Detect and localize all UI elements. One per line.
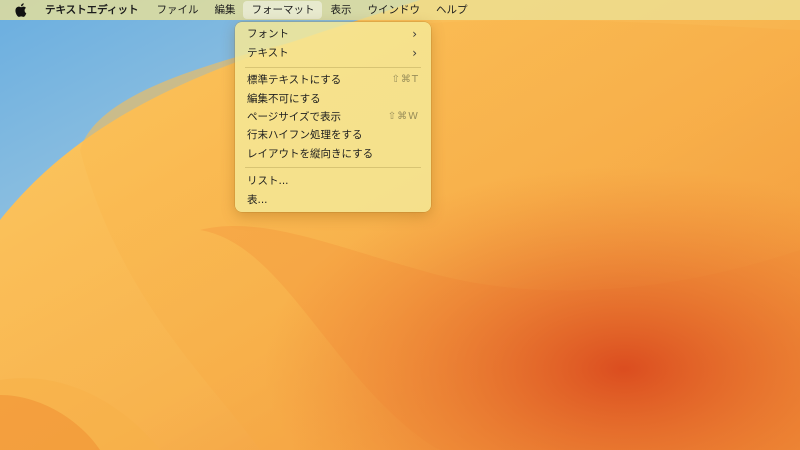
menu-format[interactable]: フォーマット [243, 1, 323, 19]
menu-item-list[interactable]: リスト... [247, 172, 421, 189]
chevron-right-icon: › [412, 26, 417, 41]
menu-window[interactable]: ウインドウ [359, 0, 428, 20]
format-dropdown-menu: フォント › テキスト › 標準テキストにする ⇧⌘T 編集不可にする ページサ… [235, 22, 431, 212]
chevron-right-icon: › [412, 45, 417, 60]
menu-view[interactable]: 表示 [322, 0, 359, 20]
menu-item-table[interactable]: 表... [247, 191, 421, 208]
menu-item-make-read-only-label: 編集不可にする [247, 93, 321, 105]
menu-file[interactable]: ファイル [148, 0, 206, 20]
menu-item-allow-hyphenation-label: 行末ハイフン処理をする [247, 129, 363, 141]
shortcut-shift-cmd-w: ⇧⌘W [387, 111, 419, 122]
menu-separator [245, 67, 421, 68]
menu-item-vertical-layout-label: レイアウトを縦向きにする [247, 148, 374, 160]
shortcut-shift-cmd-t: ⇧⌘T [391, 74, 419, 85]
menu-item-font-label: フォント [247, 28, 289, 40]
menu-item-make-read-only[interactable]: 編集不可にする [247, 90, 421, 107]
menu-bar: テキストエディット ファイル 編集 フォーマット 表示 ウインドウ ヘルプ [0, 0, 800, 20]
menu-item-vertical-layout[interactable]: レイアウトを縦向きにする [247, 145, 421, 162]
menubar-app-name[interactable]: テキストエディット [41, 0, 148, 20]
menu-item-make-plain-text-label: 標準テキストにする [247, 74, 342, 86]
menu-item-table-label: 表... [247, 194, 268, 206]
menu-item-font[interactable]: フォント › [247, 25, 421, 42]
apple-menu-icon[interactable] [14, 3, 28, 17]
menu-item-allow-hyphenation[interactable]: 行末ハイフン処理をする [247, 126, 421, 143]
menu-separator [245, 167, 421, 168]
menu-help[interactable]: ヘルプ [428, 0, 476, 20]
menu-item-wrap-to-page[interactable]: ページサイズで表示 ⇧⌘W [247, 108, 421, 125]
menu-edit[interactable]: 編集 [206, 0, 243, 20]
menu-item-make-plain-text[interactable]: 標準テキストにする ⇧⌘T [247, 71, 421, 88]
menu-item-text-label: テキスト [247, 47, 289, 59]
menu-item-text[interactable]: テキスト › [247, 44, 421, 61]
menu-item-wrap-to-page-label: ページサイズで表示 [247, 111, 341, 123]
menu-item-list-label: リスト... [247, 175, 289, 187]
